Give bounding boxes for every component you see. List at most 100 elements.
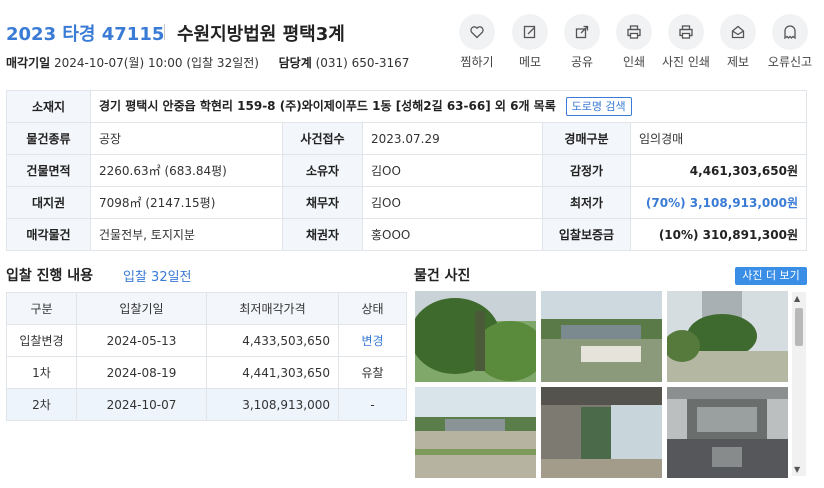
gallery-scrollbar[interactable]: ▲ ▼ xyxy=(792,292,806,476)
price-cell: 3,108,913,000 xyxy=(206,388,339,421)
property-info-table: 소재지 경기 평택시 안중읍 학현리 159-8 (주)와이제이푸드 1동 [성… xyxy=(6,90,807,251)
land-rights: 7098㎡ (2147.15평) xyxy=(90,186,283,219)
memo-button[interactable]: 메모 xyxy=(501,14,559,70)
print-label: 인쇄 xyxy=(622,55,646,69)
round-cell: 1차 xyxy=(6,356,77,389)
ghost-icon xyxy=(784,25,796,40)
share-button[interactable]: 공유 xyxy=(553,14,611,70)
price-cell: 4,441,303,650 xyxy=(206,356,339,389)
info-header: 입찰보증금 xyxy=(542,218,631,251)
share-label: 공유 xyxy=(570,55,594,69)
info-header: 사건접수 xyxy=(282,122,363,155)
info-header: 경매구분 xyxy=(542,122,631,155)
like-label: 찜하기 xyxy=(460,55,494,69)
sale-items: 건물전부, 토지지분 xyxy=(90,218,283,251)
column-header: 상태 xyxy=(338,292,407,325)
bidding-section-title: 입찰 진행 내용 xyxy=(6,268,94,284)
round-cell: 입찰변경 xyxy=(6,324,77,357)
dept-label: 담당계 xyxy=(278,56,312,70)
address-text: 경기 평택시 안중읍 학현리 159-8 (주)와이제이푸드 1동 [성해2길 … xyxy=(99,99,556,113)
print-icon xyxy=(627,25,641,39)
share-icon xyxy=(575,25,589,39)
error-report-label: 오류신고 xyxy=(767,55,813,69)
info-header: 건물면적 xyxy=(6,154,91,187)
report-label: 제보 xyxy=(726,55,750,69)
date-cell: 2024-08-19 xyxy=(76,356,207,389)
info-row: 대지권 7098㎡ (2147.15평) 채무자 김OO 최저가 (70%) 3… xyxy=(6,186,807,219)
column-header: 구분 xyxy=(6,292,77,325)
scroll-down-icon[interactable]: ▼ xyxy=(794,465,800,474)
photo-print-label: 사진 인쇄 xyxy=(662,55,710,69)
property-photo[interactable] xyxy=(415,387,536,478)
memo-icon xyxy=(523,25,536,39)
info-header: 소유자 xyxy=(282,154,363,187)
status-cell: 변경 xyxy=(338,324,407,357)
action-bar: 찜하기 메모 공유 인쇄 사진 인쇄 제보 오류신고 xyxy=(456,14,820,74)
auction-type: 임의경매 xyxy=(630,122,807,155)
column-header: 입찰기일 xyxy=(76,292,207,325)
date-cell: 2024-10-07 xyxy=(76,388,207,421)
info-row: 물건종류 공장 사건접수 2023.07.29 경매구분 임의경매 xyxy=(6,122,807,155)
court-name: 수원지방법원 평택3계 xyxy=(177,24,345,45)
bidding-header-row: 구분 입찰기일 최저매각가격 상태 xyxy=(6,292,407,325)
bid-deposit: (10%) 310,891,300원 xyxy=(630,218,807,251)
error-report-button[interactable]: 오류신고 xyxy=(761,14,819,70)
table-row: 2차 2024-10-07 3,108,913,000 - xyxy=(6,388,407,421)
report-icon xyxy=(731,25,745,39)
more-photos-button[interactable]: 사진 더 보기 xyxy=(735,267,807,285)
date-cell: 2024-05-13 xyxy=(76,324,207,357)
status-cell: - xyxy=(338,388,407,421)
round-cell: 2차 xyxy=(6,388,77,421)
column-header: 최저매각가격 xyxy=(206,292,339,325)
scroll-thumb[interactable] xyxy=(795,308,803,346)
info-header: 매각물건 xyxy=(6,218,91,251)
print-button[interactable]: 인쇄 xyxy=(605,14,663,70)
print-icon xyxy=(679,25,693,39)
address-row: 소재지 경기 평택시 안중읍 학현리 159-8 (주)와이제이푸드 1동 [성… xyxy=(6,90,807,123)
property-type: 공장 xyxy=(90,122,283,155)
case-received-date: 2023.07.29 xyxy=(362,122,543,155)
photos-section-title: 물건 사진 xyxy=(414,268,471,284)
info-header: 감정가 xyxy=(542,154,631,187)
info-header: 대지권 xyxy=(6,186,91,219)
property-photo[interactable] xyxy=(415,291,536,382)
memo-label: 메모 xyxy=(518,55,542,69)
sale-info-line: 매각기일 2024-10-07(월) 10:00 (입찰 32일전) 담당계 (… xyxy=(6,54,409,71)
report-button[interactable]: 제보 xyxy=(709,14,767,70)
info-header: 채권자 xyxy=(282,218,363,251)
scroll-up-icon[interactable]: ▲ xyxy=(794,294,800,303)
status-cell: 유찰 xyxy=(338,356,407,389)
like-button[interactable]: 찜하기 xyxy=(448,14,506,70)
photo-print-button[interactable]: 사진 인쇄 xyxy=(657,14,715,70)
title-divider xyxy=(164,24,165,40)
info-row: 건물면적 2260.63㎡ (683.84평) 소유자 김OO 감정가 4,46… xyxy=(6,154,807,187)
info-row: 매각물건 건물전부, 토지지분 채권자 홍OOO 입찰보증금 (10%) 310… xyxy=(6,218,807,251)
debtor: 김OO xyxy=(362,186,543,219)
appraisal-price: 4,461,303,650원 xyxy=(630,154,807,187)
price-cell: 4,433,503,650 xyxy=(206,324,339,357)
table-row: 입찰변경 2024-05-13 4,433,503,650 변경 xyxy=(6,324,407,357)
table-row: 1차 2024-08-19 4,441,303,650 유찰 xyxy=(6,356,407,389)
building-area: 2260.63㎡ (683.84평) xyxy=(90,154,283,187)
info-header: 물건종류 xyxy=(6,122,91,155)
heart-icon xyxy=(470,26,484,39)
bidding-countdown: 입찰 32일전 xyxy=(123,270,192,285)
road-search-button[interactable]: 도로명 검색 xyxy=(565,97,632,116)
photo-gallery xyxy=(414,290,808,478)
property-photo[interactable] xyxy=(541,387,662,478)
sale-date: 2024-10-07(월) 10:00 (입찰 32일전) xyxy=(54,56,259,70)
sale-date-label: 매각기일 xyxy=(6,56,51,70)
property-photo[interactable] xyxy=(541,291,662,382)
case-number: 2023 타경 47115 xyxy=(6,24,165,45)
creditor: 홍OOO xyxy=(362,218,543,251)
bidding-table: 구분 입찰기일 최저매각가격 상태 입찰변경 2024-05-13 4,433,… xyxy=(6,292,407,421)
dept-phone: (031) 650-3167 xyxy=(315,56,410,70)
address-label: 소재지 xyxy=(6,90,91,123)
address-cell: 경기 평택시 안중읍 학현리 159-8 (주)와이제이푸드 1동 [성해2길 … xyxy=(90,90,807,123)
owner: 김OO xyxy=(362,154,543,187)
info-header: 최저가 xyxy=(542,186,631,219)
info-header: 채무자 xyxy=(282,186,363,219)
minimum-price: (70%) 3,108,913,000원 xyxy=(630,186,807,219)
property-photo[interactable] xyxy=(667,291,788,382)
property-photo[interactable] xyxy=(667,387,788,478)
